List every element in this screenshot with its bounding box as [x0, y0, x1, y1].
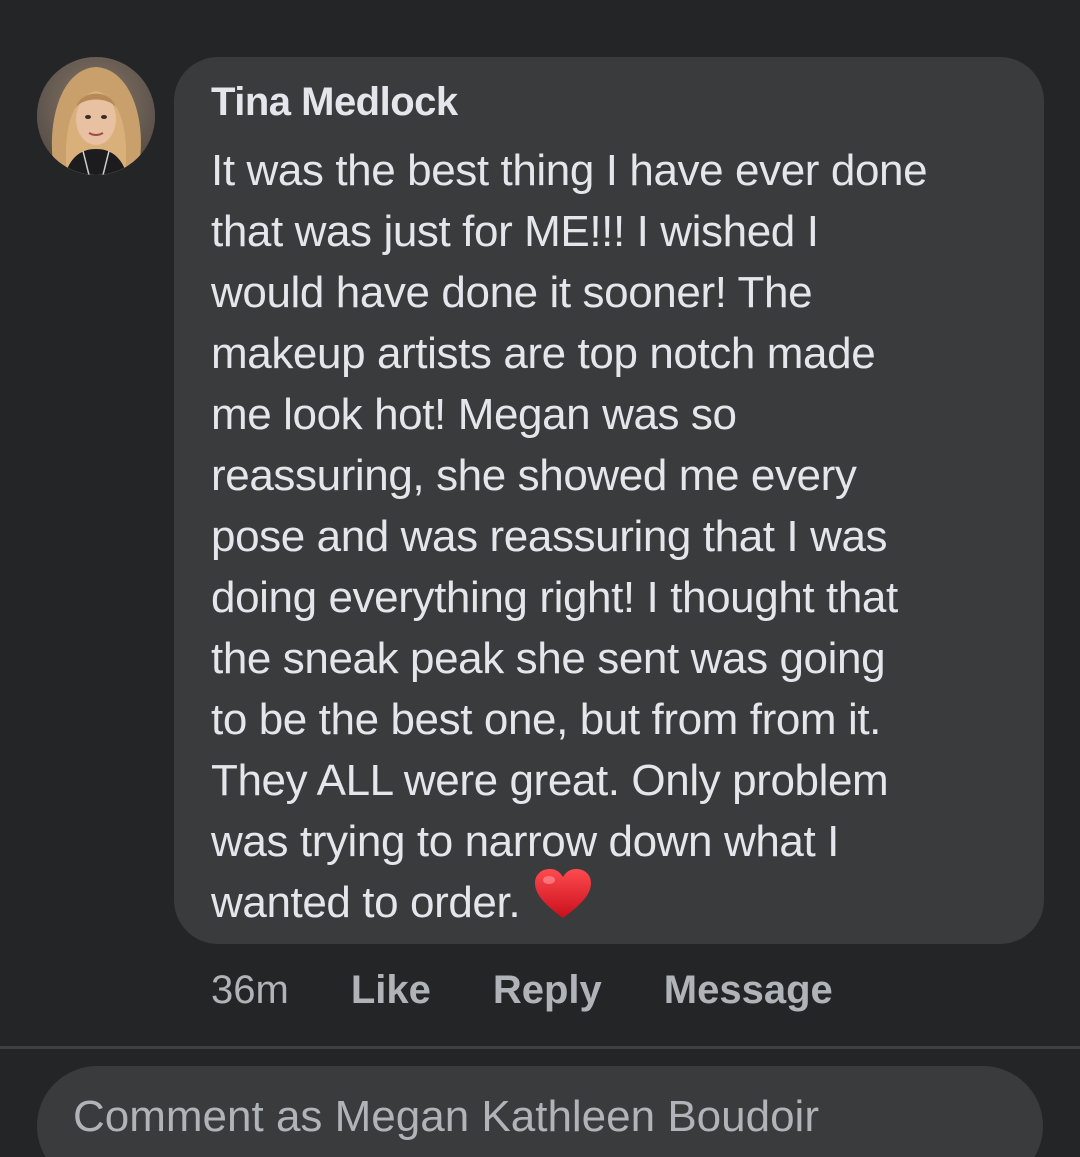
comment-input[interactable]: [73, 1092, 1013, 1142]
like-button[interactable]: Like: [351, 968, 431, 1013]
comment-line: reassuring, she showed me every: [211, 451, 857, 500]
comment-line: They ALL were great. Only problem: [211, 756, 889, 805]
comment-line: makeup artists are top notch made: [211, 329, 876, 378]
comment-line: doing everything right! I thought that: [211, 573, 898, 622]
profile-photo: [37, 57, 155, 175]
divider: [0, 1046, 1080, 1049]
comment-line: me look hot! Megan was so: [211, 390, 737, 439]
comment-thread: Tina Medlock It was the best thing I hav…: [0, 0, 1080, 1157]
comment-line: that was just for ME!!! I wished I: [211, 207, 819, 256]
comment-line: would have done it sooner! The: [211, 268, 813, 317]
message-button[interactable]: Message: [664, 968, 833, 1013]
red-heart-icon: [534, 868, 592, 936]
comment-line: was trying to narrow down what I: [211, 817, 839, 866]
comment-line: wanted to order.: [211, 878, 521, 927]
comment-timestamp[interactable]: 36m: [211, 968, 289, 1013]
comment-author[interactable]: Tina Medlock: [211, 80, 458, 125]
comment-line: It was the best thing I have ever done: [211, 146, 928, 195]
comment-last-line: wanted to order.: [211, 869, 1011, 933]
comment-composer[interactable]: [37, 1066, 1043, 1157]
reply-button[interactable]: Reply: [493, 968, 602, 1013]
comment-line: pose and was reassuring that I was: [211, 512, 888, 561]
avatar[interactable]: [37, 57, 155, 175]
comment-actions: 36m Like Reply Message: [211, 965, 833, 1015]
comment-line: to be the best one, but from from it.: [211, 695, 881, 744]
comment-line: the sneak peak she sent was going: [211, 634, 886, 683]
comment-text: It was the best thing I have ever done t…: [211, 140, 1011, 933]
